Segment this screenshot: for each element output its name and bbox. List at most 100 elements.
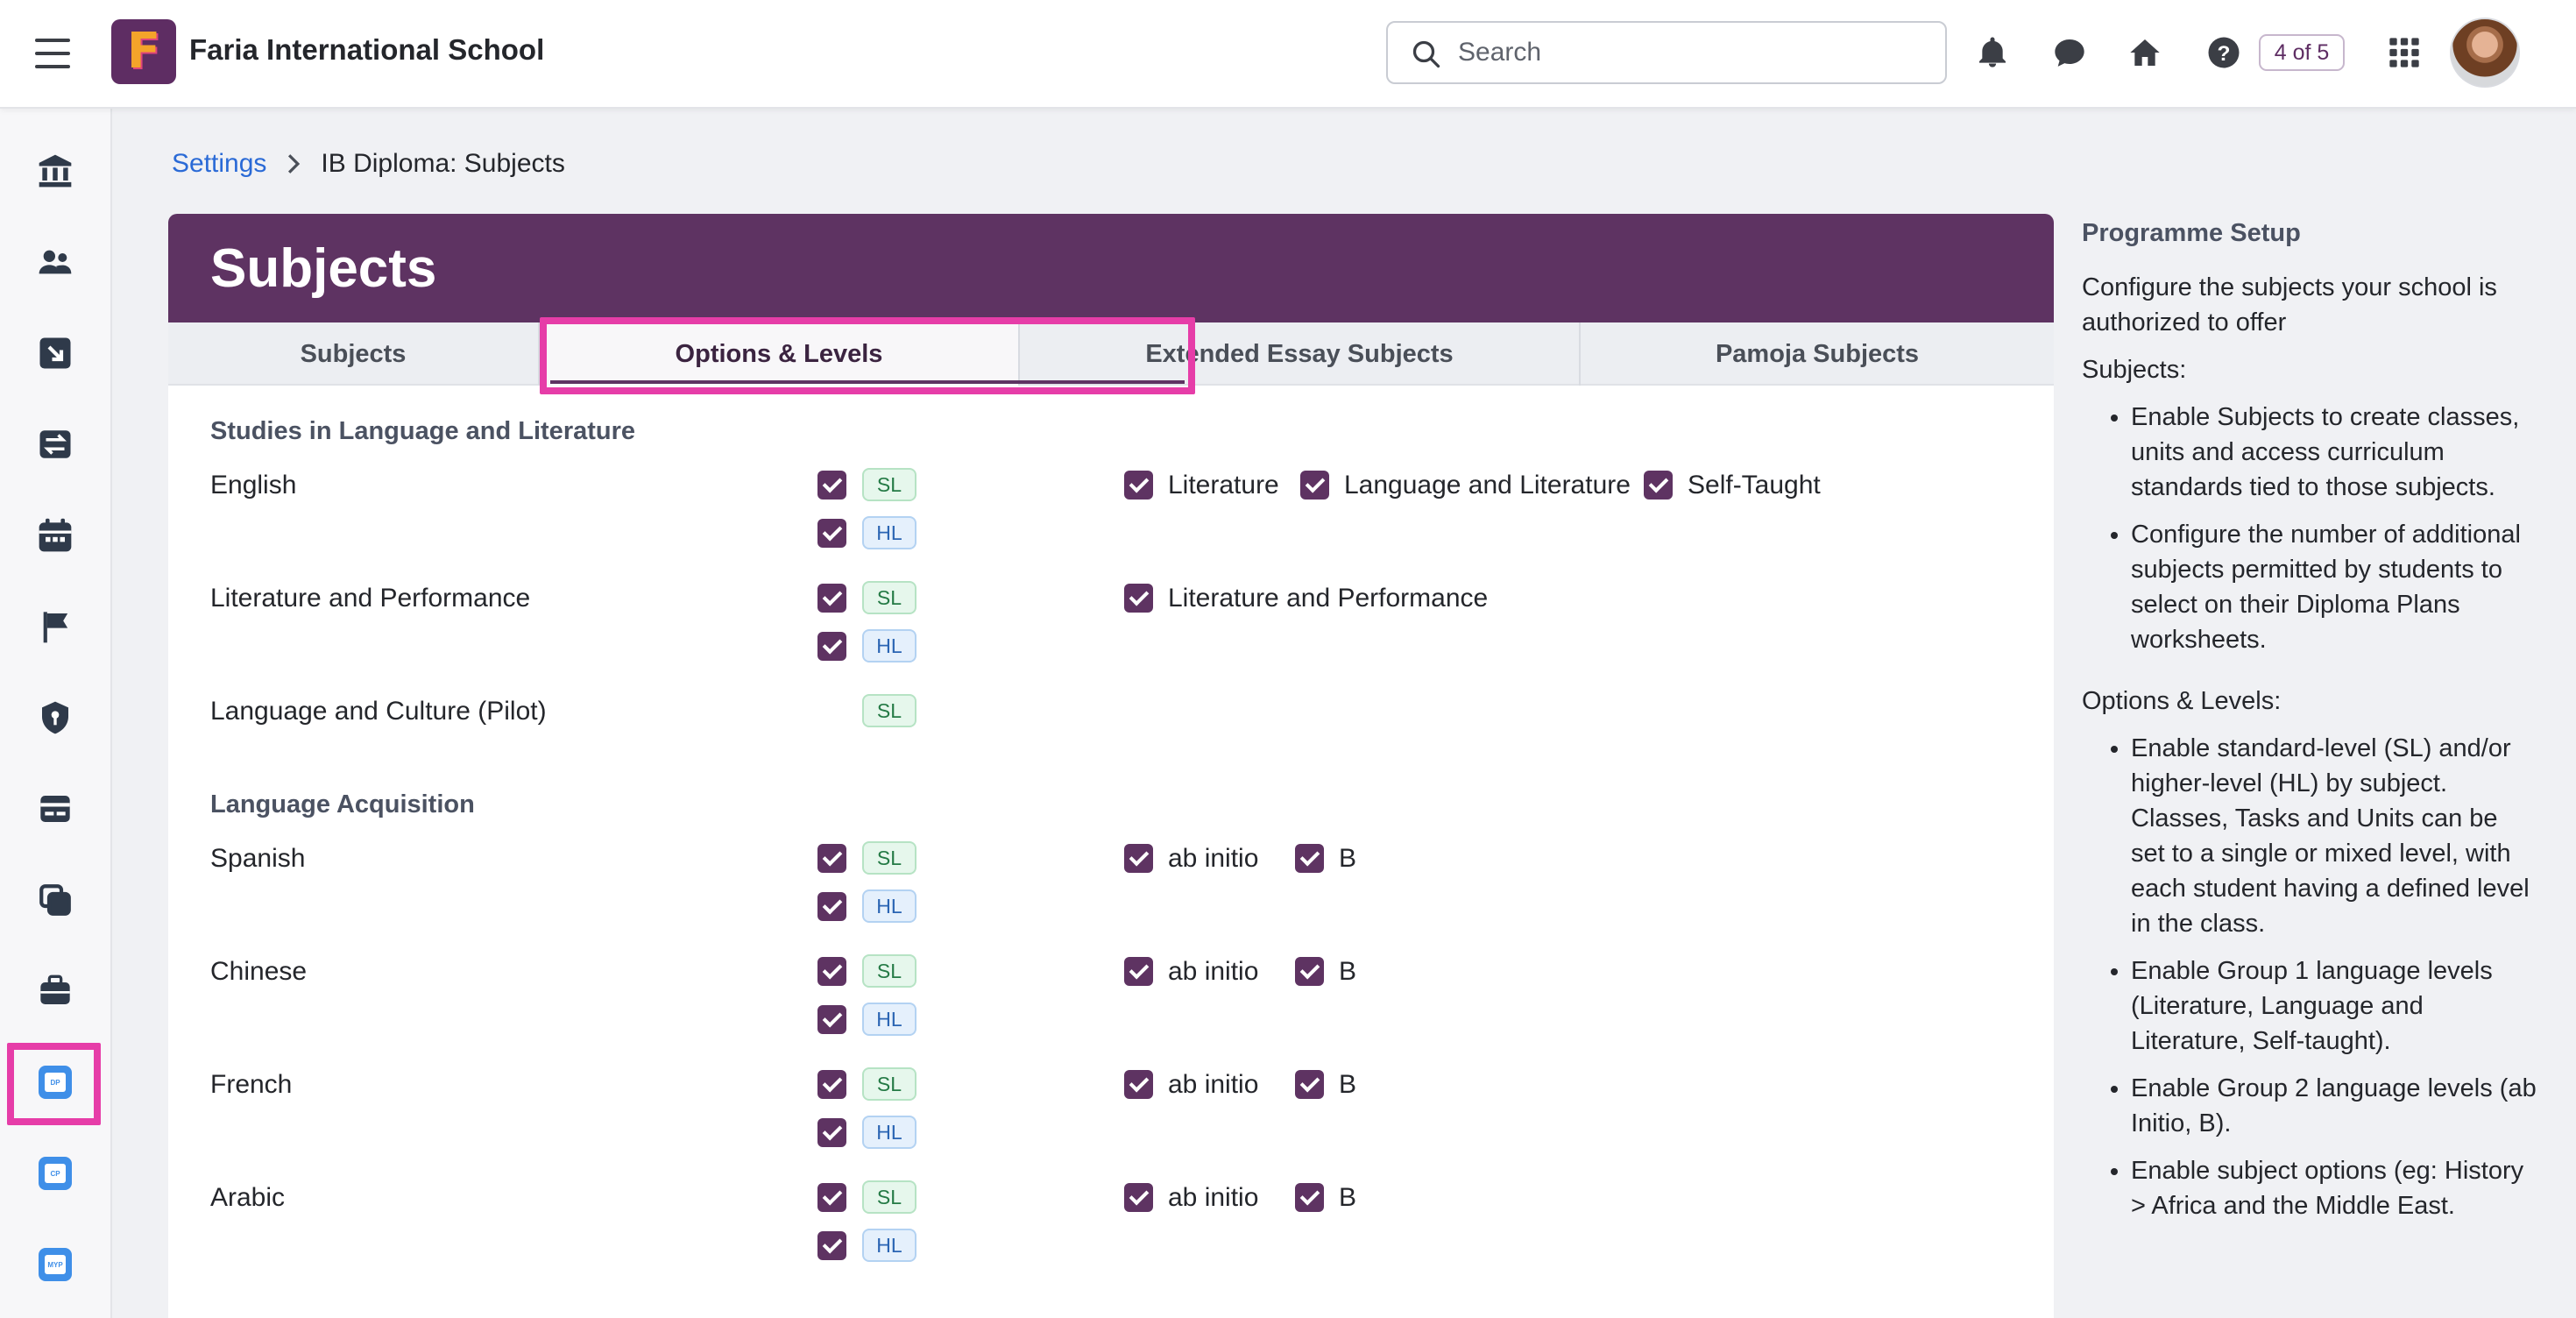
sl-checkbox[interactable] bbox=[817, 957, 846, 986]
sl-checkbox[interactable] bbox=[817, 1070, 846, 1099]
help-subjects-list: Enable Subjects to create classes, units… bbox=[2131, 400, 2537, 657]
hl-checkbox[interactable] bbox=[817, 1005, 846, 1034]
calendar-icon[interactable] bbox=[30, 510, 81, 561]
help-list-item: Enable Group 1 language levels (Literatu… bbox=[2131, 953, 2537, 1059]
help-icon[interactable]: ? bbox=[2203, 32, 2245, 74]
option-label: Language and Literature bbox=[1344, 471, 1631, 500]
help-title: Programme Setup bbox=[2082, 219, 2301, 247]
help-list-item: Configure the number of additional subje… bbox=[2131, 517, 2537, 657]
flag-icon[interactable] bbox=[30, 601, 81, 652]
option-checkbox[interactable] bbox=[1124, 584, 1153, 613]
hl-badge: HL bbox=[862, 1229, 916, 1262]
cp-programme-label: CP bbox=[45, 1164, 66, 1183]
sl-checkbox[interactable] bbox=[817, 471, 846, 500]
option-label: Literature bbox=[1168, 471, 1279, 500]
shield-icon[interactable] bbox=[30, 692, 81, 743]
option-checkbox[interactable] bbox=[1124, 1070, 1153, 1099]
sl-checkbox[interactable] bbox=[817, 1183, 846, 1212]
chat-icon[interactable] bbox=[2049, 32, 2091, 74]
breadcrumb: Settings IB Diploma: Subjects bbox=[172, 149, 565, 179]
sl-badge: SL bbox=[862, 1067, 916, 1101]
school-logo[interactable]: F bbox=[111, 19, 176, 84]
transfer-icon[interactable] bbox=[30, 419, 81, 470]
subject-name: Chinese bbox=[210, 957, 308, 986]
option-checkbox[interactable] bbox=[1124, 1183, 1153, 1212]
search-box[interactable] bbox=[1386, 21, 1947, 84]
breadcrumb-settings-link[interactable]: Settings bbox=[172, 149, 266, 179]
search-input[interactable] bbox=[1458, 33, 1914, 72]
tab-extended-essay-subjects[interactable]: Extended Essay Subjects bbox=[1020, 322, 1581, 386]
help-options-heading: Options & Levels: bbox=[2082, 687, 2282, 715]
hl-badge: HL bbox=[862, 1116, 916, 1149]
page-title: Subjects bbox=[210, 237, 437, 299]
help-options-list: Enable standard-level (SL) and/or higher… bbox=[2131, 731, 2537, 1223]
sl-badge: SL bbox=[862, 841, 916, 875]
subjects-panel: Subjects Subjects Options & Levels Exten… bbox=[168, 214, 2054, 1318]
apps-grid-icon[interactable] bbox=[2383, 32, 2425, 74]
tab-subjects[interactable]: Subjects bbox=[168, 322, 540, 386]
hl-checkbox[interactable] bbox=[817, 519, 846, 548]
subject-name: Arabic bbox=[210, 1183, 286, 1212]
help-list-item: Enable subject options (eg: History > Af… bbox=[2131, 1153, 2537, 1223]
cp-programme-icon[interactable]: CP bbox=[30, 1148, 81, 1199]
hl-checkbox[interactable] bbox=[817, 1118, 846, 1147]
page-counter-badge[interactable]: 4 of 5 bbox=[2259, 34, 2345, 71]
option-checkbox[interactable] bbox=[1124, 844, 1153, 873]
option-label: ab initio bbox=[1168, 844, 1259, 873]
option-checkbox[interactable] bbox=[1295, 1070, 1324, 1099]
help-subjects-heading: Subjects: bbox=[2082, 356, 2187, 384]
top-bar: F Faria International School ? 4 of 5 bbox=[0, 0, 2576, 109]
myp-programme-label: MYP bbox=[45, 1255, 66, 1274]
search-icon bbox=[1412, 40, 1440, 68]
option-label: B bbox=[1339, 957, 1357, 986]
subject-name: English bbox=[210, 471, 297, 500]
option-label: ab initio bbox=[1168, 1183, 1259, 1212]
help-intro: Configure the subjects your school is au… bbox=[2082, 273, 2497, 337]
copy-icon[interactable] bbox=[30, 875, 81, 925]
dp-programme-icon[interactable]: DP bbox=[30, 1057, 81, 1108]
help-sidebar: Programme Setup Configure the subjects y… bbox=[2082, 214, 2537, 1250]
tab-options-levels[interactable]: Options & Levels bbox=[540, 322, 1020, 386]
hl-badge: HL bbox=[862, 889, 916, 923]
sl-badge: SL bbox=[862, 1180, 916, 1214]
option-label: B bbox=[1339, 844, 1357, 873]
option-checkbox[interactable] bbox=[1124, 957, 1153, 986]
subject-name: Literature and Performance bbox=[210, 584, 531, 613]
option-checkbox[interactable] bbox=[1295, 1183, 1324, 1212]
option-label: Self-Taught bbox=[1688, 471, 1821, 500]
hl-checkbox[interactable] bbox=[817, 892, 846, 921]
sl-badge: SL bbox=[862, 581, 916, 614]
option-checkbox[interactable] bbox=[1644, 471, 1673, 500]
school-name[interactable]: Faria International School bbox=[189, 33, 544, 67]
option-label: B bbox=[1339, 1070, 1357, 1099]
help-list-item: Enable Group 2 language levels (ab Initi… bbox=[2131, 1071, 2537, 1141]
chevron-right-icon bbox=[286, 152, 301, 175]
tab-pamoja-subjects[interactable]: Pamoja Subjects bbox=[1581, 322, 2054, 386]
home-icon[interactable] bbox=[2124, 32, 2166, 74]
hl-checkbox[interactable] bbox=[817, 632, 846, 661]
import-icon[interactable] bbox=[30, 328, 81, 379]
people-icon[interactable] bbox=[30, 237, 81, 287]
sl-checkbox[interactable] bbox=[817, 584, 846, 613]
option-checkbox[interactable] bbox=[1124, 471, 1153, 500]
sl-checkbox[interactable] bbox=[817, 844, 846, 873]
panel-header: Subjects bbox=[168, 214, 2054, 322]
option-checkbox[interactable] bbox=[1300, 471, 1329, 500]
sidebar: DP CP MYP bbox=[0, 109, 112, 1318]
hl-checkbox[interactable] bbox=[817, 1231, 846, 1260]
myp-programme-icon[interactable]: MYP bbox=[30, 1239, 81, 1290]
subject-name: Spanish bbox=[210, 844, 306, 873]
sl-badge: SL bbox=[862, 468, 916, 501]
sl-badge: SL bbox=[862, 694, 916, 727]
help-list-item: Enable Subjects to create classes, units… bbox=[2131, 400, 2537, 505]
card-icon[interactable] bbox=[30, 783, 81, 834]
bell-icon[interactable] bbox=[1971, 32, 2013, 74]
option-checkbox[interactable] bbox=[1295, 844, 1324, 873]
menu-icon[interactable] bbox=[35, 39, 70, 68]
option-checkbox[interactable] bbox=[1295, 957, 1324, 986]
institution-icon[interactable] bbox=[30, 145, 81, 196]
tab-bar: Subjects Options & Levels Extended Essay… bbox=[168, 322, 2054, 386]
briefcase-icon[interactable] bbox=[30, 966, 81, 1017]
user-avatar[interactable] bbox=[2450, 18, 2520, 88]
section-title: Language Acquisition bbox=[210, 790, 475, 818]
